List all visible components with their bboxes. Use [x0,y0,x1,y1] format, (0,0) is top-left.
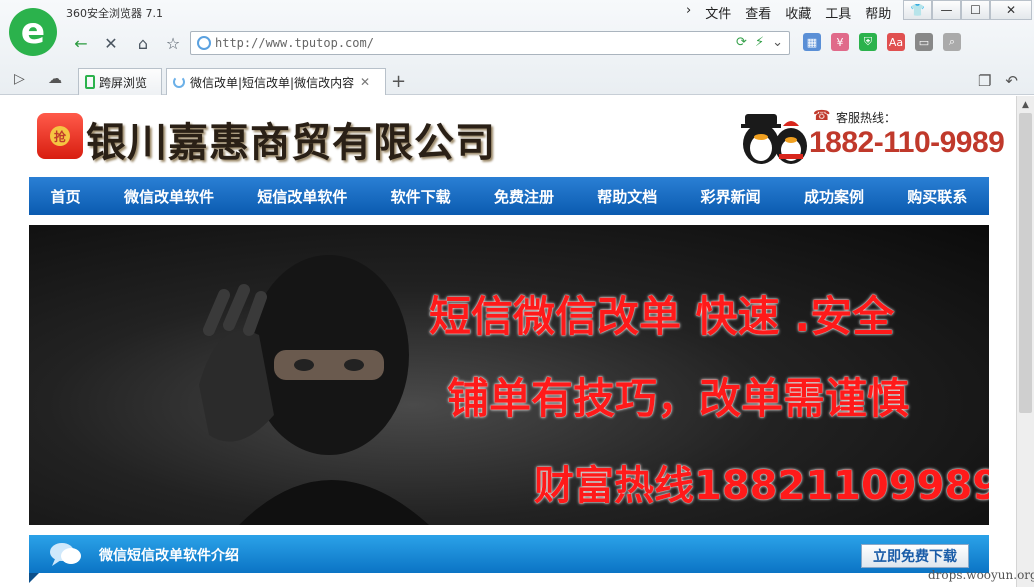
section-header: 微信短信改单软件介绍 立即免费下载 [29,535,989,573]
tab-close-icon[interactable]: ✕ [360,75,370,89]
stop-icon[interactable]: ✕ [98,32,124,54]
banner-line-2: 铺单有技巧，改单需谨慎 [447,374,910,423]
menu-help[interactable]: 帮助 [865,3,891,22]
nav-cases[interactable]: 成功案例 [796,186,872,207]
new-tab-icon[interactable]: + [391,71,406,92]
phone-icon [85,75,95,89]
search-icon[interactable]: ⌕ [943,33,961,51]
browser-logo-letter: e [20,11,46,52]
tab-active[interactable]: 微信改单|短信改单|微信改内容 ✕ [166,68,386,95]
scroll-thumb[interactable] [1019,113,1032,413]
url-text: http://www.tputop.com/ [215,36,374,50]
translate-icon[interactable]: Aa [887,33,905,51]
site-logo[interactable]: 抢 [37,113,83,159]
nav-wechat-software[interactable]: 微信改单软件 [116,186,222,207]
chevron-right-icon[interactable]: › [686,3,691,22]
section-title: 微信短信改单软件介绍 [99,548,239,564]
company-name: 银川嘉惠商贸有限公司 [86,119,496,166]
sidebar-toggle-icon[interactable]: ▷ [14,71,25,87]
chat-bubble-icon [50,543,81,566]
nav-register[interactable]: 免费注册 [486,186,562,207]
wallet-icon[interactable]: ¥ [831,33,849,51]
extension-bar: ▦ ¥ ⛨ Aa ▭ ⌕ [803,33,961,51]
close-button[interactable]: ✕ [990,0,1032,20]
tab-tools: ❐ ↶ [978,72,1018,90]
apps-icon[interactable]: ▦ [803,33,821,51]
masked-figure-image [199,255,429,525]
tab-label: 跨屏浏览 [99,75,148,90]
nav-sms-software[interactable]: 短信改单软件 [249,186,355,207]
telephone-icon: ☎ [813,108,831,124]
menu-view[interactable]: 查看 [745,3,771,22]
star-icon[interactable]: ☆ [160,32,186,54]
browser-toolbar: e 360安全浏览器 7.1 › 文件 查看 收藏 工具 帮助 👕 — ☐ ✕ … [0,0,1034,95]
screenshot-icon[interactable]: ▭ [915,33,933,51]
hero-banner[interactable]: 短信微信改单 快速 .安全 铺单有技巧，改单需谨慎 财富热线1882110998… [29,225,989,525]
web-page: 抢 银川嘉惠商贸有限公司 ☎ 客服热线： 1882-110-9989 首页 微信… [0,96,1016,587]
red-envelope-icon: 抢 [50,126,70,146]
nav-home[interactable]: 首页 [43,186,89,207]
loading-icon [173,76,185,88]
hotline-label: 客服热线： [836,111,897,125]
nav-contact[interactable]: 购买联系 [899,186,975,207]
vertical-scrollbar[interactable]: ▲ [1016,96,1034,587]
lightning-icon[interactable]: ⚡ [755,35,764,50]
back-icon[interactable]: ← [68,32,94,54]
main-nav: 首页 微信改单软件 短信改单软件 软件下载 免费注册 帮助文档 彩界新闻 成功案… [29,177,989,215]
home-icon[interactable]: ⌂ [130,32,156,54]
nav-news[interactable]: 彩界新闻 [693,186,769,207]
maximize-button[interactable]: ☐ [961,0,990,20]
banner-line-3: 财富热线18821109989 [534,463,989,509]
nav-download[interactable]: 软件下载 [383,186,459,207]
skin-icon[interactable]: 👕 [903,0,932,20]
tab-cross-screen[interactable]: 跨屏浏览 [78,68,162,95]
window-controls: 👕 — ☐ ✕ [903,0,1032,20]
minimize-button[interactable]: — [932,0,961,20]
undo-close-icon[interactable]: ↶ [1005,72,1018,90]
watermark: drops.wooyun.org [928,568,1034,582]
menu-bar: › 文件 查看 收藏 工具 帮助 [686,3,891,22]
chevron-down-icon[interactable]: ⌄ [772,35,783,50]
browser-logo[interactable]: e [9,8,57,56]
globe-icon [197,36,211,50]
ribbon-corner [29,573,39,583]
hotline-number: 1882-110-9989 [809,126,1005,159]
qq-penguin-icon [741,114,807,164]
menu-file[interactable]: 文件 [705,3,731,22]
banner-line-1: 短信微信改单 快速 .安全 [429,292,895,341]
address-bar[interactable]: http://www.tputop.com/ ⟳ ⚡ ⌄ [190,31,790,55]
app-title: 360安全浏览器 7.1 [66,7,163,20]
menu-favorites[interactable]: 收藏 [785,3,811,22]
tab-list-icon[interactable]: ❐ [978,72,991,90]
scroll-up-icon[interactable]: ▲ [1017,96,1034,113]
tab-label: 微信改单|短信改单|微信改内容 [190,75,354,90]
nav-help[interactable]: 帮助文档 [589,186,665,207]
menu-tools[interactable]: 工具 [825,3,851,22]
refresh-icon[interactable]: ⟳ [736,35,747,50]
cloud-icon[interactable]: ☁ [48,71,62,87]
free-download-button[interactable]: 立即免费下载 [861,544,969,568]
address-tools: ⟳ ⚡ ⌄ [736,35,783,50]
shield-icon[interactable]: ⛨ [859,33,877,51]
tab-bar: ▷ ☁ 跨屏浏览 微信改单|短信改单|微信改内容 ✕ + ❐ ↶ [0,66,1034,95]
